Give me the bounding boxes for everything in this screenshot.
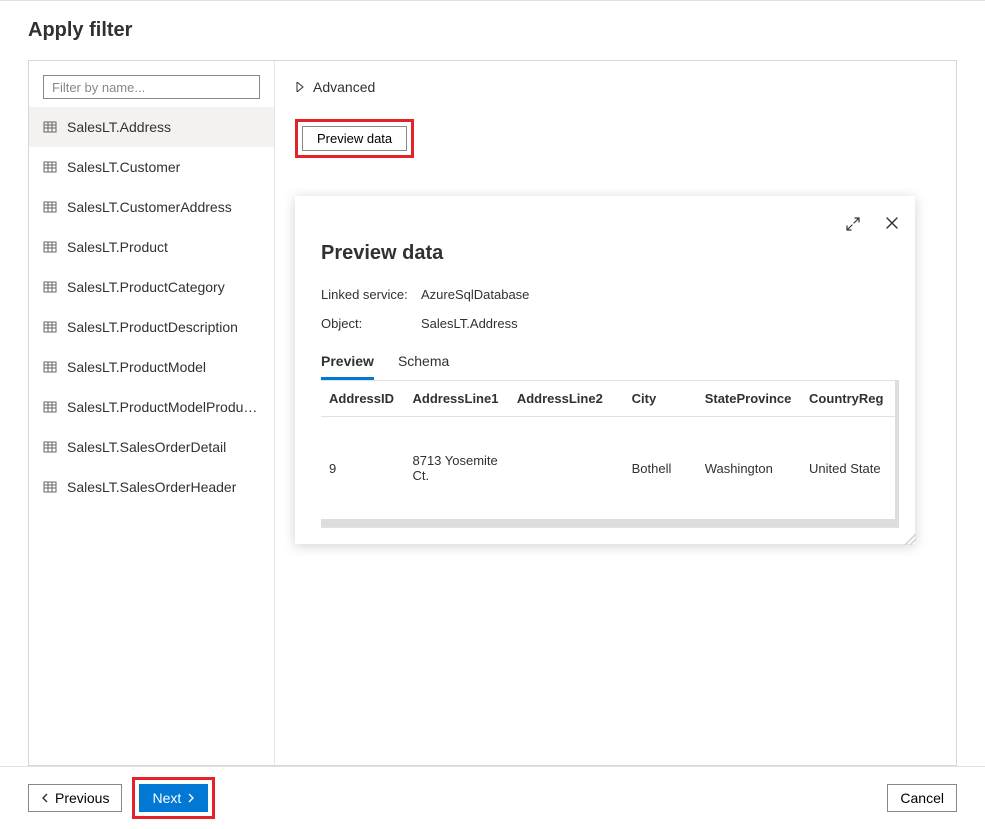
column-header[interactable]: AddressLine1 [404,381,508,417]
preview-tabs: Preview Schema [321,345,899,380]
sidebar: SalesLT.Address SalesLT.Customer SalesLT.C… [29,61,275,765]
table-list: SalesLT.Address SalesLT.Customer SalesLT.C… [29,107,274,507]
tab-preview[interactable]: Preview [321,345,374,380]
table-cell [509,417,624,520]
table-icon [43,240,57,254]
table-item-label: SalesLT.Customer [67,159,180,175]
table-item-label: SalesLT.ProductCategory [67,279,225,295]
table-cell: 9 [321,417,404,520]
main-area: Advanced Preview data Preview data [275,61,956,765]
table-item[interactable]: SalesLT.ProductDescription [29,307,274,347]
table-item[interactable]: SalesLT.Address [29,107,274,147]
object-value: SalesLT.Address [421,316,518,331]
table-icon [43,400,57,414]
table-icon [43,120,57,134]
filter-by-name-input[interactable] [43,75,260,99]
preview-table-wrap: AddressIDAddressLine1AddressLine2CitySta… [321,380,899,528]
column-header[interactable]: City [624,381,697,417]
tab-schema[interactable]: Schema [398,345,449,380]
table-cell: Washington [697,417,801,520]
table-item-label: SalesLT.ProductDescription [67,319,238,335]
horizontal-scrollbar[interactable] [321,519,895,527]
table-icon [43,280,57,294]
table-item-label: SalesLT.Product [67,239,168,255]
page-title: Apply filter [28,19,957,42]
table-icon [43,360,57,374]
table-item-label: SalesLT.Address [67,119,171,135]
linked-service-value: AzureSqlDatabase [421,287,529,302]
table-item[interactable]: SalesLT.CustomerAddress [29,187,274,227]
cancel-button[interactable]: Cancel [887,784,957,812]
table-item[interactable]: SalesLT.ProductCategory [29,267,274,307]
table-icon [43,320,57,334]
table-item[interactable]: SalesLT.ProductModel [29,347,274,387]
table-row: 98713 Yosemite Ct. BothellWashingtonUnite… [321,417,895,520]
preview-data-highlight: Preview data [295,119,414,158]
table-item-label: SalesLT.ProductModel [67,359,206,375]
table-icon [43,160,57,174]
preview-table: AddressIDAddressLine1AddressLine2CitySta… [321,381,895,519]
table-cell: Bothell [624,417,697,520]
chevron-left-icon [41,793,49,803]
close-icon[interactable] [881,212,903,236]
table-item-label: SalesLT.SalesOrderDetail [67,439,226,455]
expand-icon[interactable] [841,212,865,236]
preview-data-card: Preview data Linked service: AzureSqlDat… [295,196,915,544]
table-item-label: SalesLT.ProductModelProductDe... [67,399,260,415]
column-header[interactable]: StateProvince [697,381,801,417]
advanced-label: Advanced [313,79,375,95]
table-icon [43,200,57,214]
table-item[interactable]: SalesLT.SalesOrderDetail [29,427,274,467]
advanced-toggle[interactable]: Advanced [295,79,936,95]
previous-button[interactable]: Previous [28,784,122,812]
next-highlight: Next [132,777,215,819]
column-header[interactable]: CountryReg [801,381,895,417]
linked-service-label: Linked service: [321,287,421,302]
next-button[interactable]: Next [139,784,208,812]
table-item[interactable]: SalesLT.SalesOrderHeader [29,467,274,507]
table-item-label: SalesLT.CustomerAddress [67,199,232,215]
wizard-footer: Previous Next Cancel [0,766,985,829]
table-item-label: SalesLT.SalesOrderHeader [67,479,236,495]
next-label: Next [152,790,181,806]
table-cell: United State [801,417,895,520]
table-icon [43,480,57,494]
main-panel: SalesLT.Address SalesLT.Customer SalesLT.C… [28,60,957,766]
table-item[interactable]: SalesLT.ProductModelProductDe... [29,387,274,427]
chevron-right-icon [187,793,195,803]
object-label: Object: [321,316,421,331]
table-item[interactable]: SalesLT.Product [29,227,274,267]
column-header[interactable]: AddressLine2 [509,381,624,417]
table-item[interactable]: SalesLT.Customer [29,147,274,187]
column-header[interactable]: AddressID [321,381,404,417]
table-cell: 8713 Yosemite Ct. [404,417,508,520]
previous-label: Previous [55,790,109,806]
preview-title: Preview data [321,242,899,265]
table-icon [43,440,57,454]
chevron-right-icon [295,82,305,92]
preview-data-button[interactable]: Preview data [302,126,407,151]
